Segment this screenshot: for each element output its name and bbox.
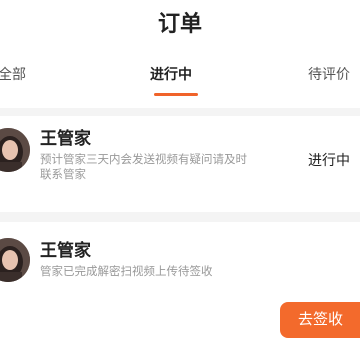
card-divider (0, 212, 360, 222)
order-status: 进行中 (308, 153, 350, 169)
avatar (0, 238, 30, 282)
sign-for-button[interactable]: 去签收 (280, 302, 360, 338)
housekeeper-name: 王管家 (40, 129, 91, 149)
order-description: 预计管家三天内会发送视频有疑问请及时联系管家 (40, 152, 247, 181)
tab-pending-review[interactable]: 待评价 (308, 60, 350, 90)
tab-all[interactable]: 全部 (0, 60, 26, 90)
order-card[interactable]: 王管家 管家已完成解密扫视频上传待签收 去签收 (0, 222, 360, 360)
avatar (0, 128, 30, 172)
tab-in-progress[interactable]: 进行中 (150, 60, 192, 90)
page-title: 订单 (157, 12, 202, 37)
housekeeper-name: 王管家 (40, 241, 91, 261)
section-divider (0, 108, 360, 116)
active-tab-indicator (154, 93, 198, 96)
orders-page: 订单 全部 进行中 待评价 王管家 预计管家三天内会发送视频有疑问请及时联系管家… (0, 0, 360, 360)
order-card[interactable]: 王管家 预计管家三天内会发送视频有疑问请及时联系管家 进行中 (0, 116, 360, 212)
order-description: 管家已完成解密扫视频上传待签收 (40, 264, 213, 278)
